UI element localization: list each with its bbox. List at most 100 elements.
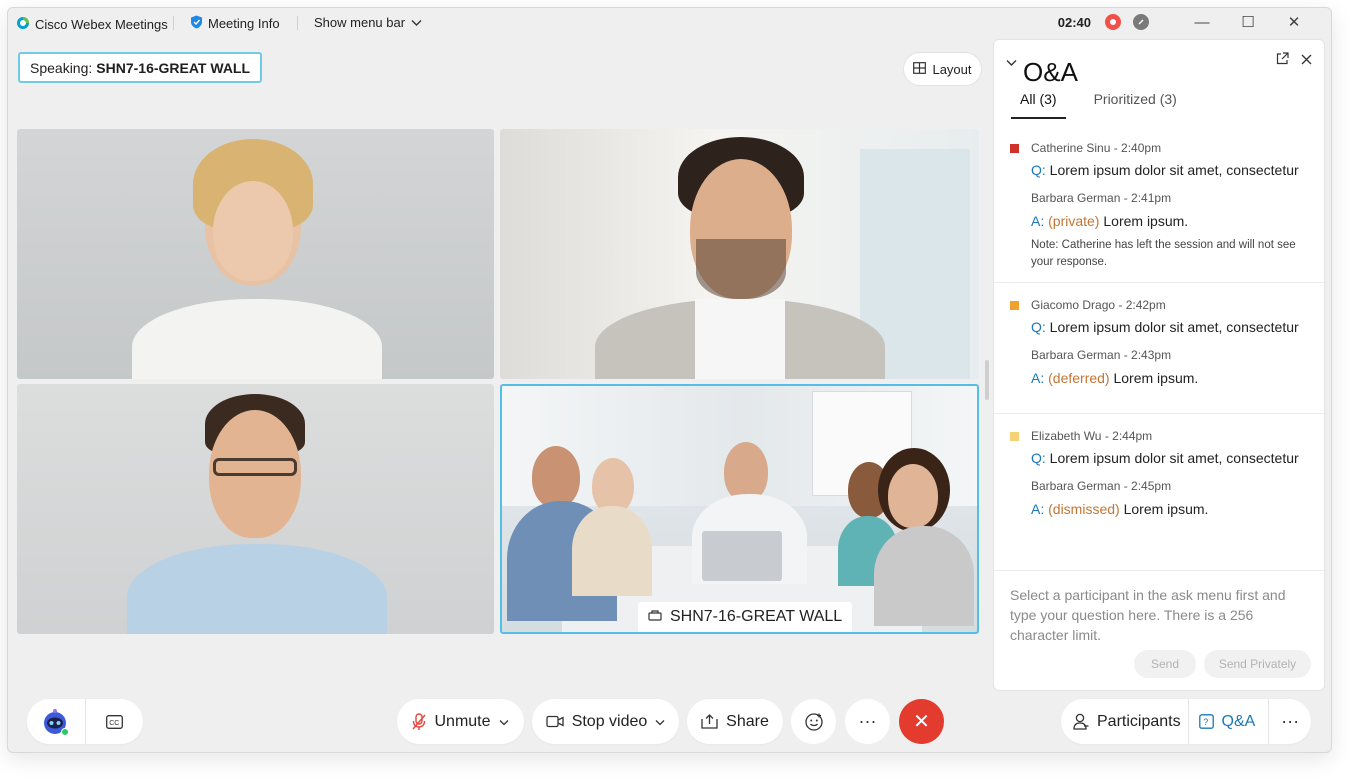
close-window-button[interactable]: ✕ [1271,13,1317,31]
answer-note: Note: Catherine has left the session and… [1031,239,1296,268]
answer-body: Lorem ipsum. [1103,213,1189,229]
question-text: Q: Lorem ipsum dolor sit amet, consectet… [1031,319,1308,335]
responder-name-time: Barbara German - 2:45pm [1031,479,1172,493]
recording-icon[interactable] [1105,14,1121,30]
answer-status: (deferred) [1048,370,1110,386]
qa-list: Catherine Sinu - 2:40pm Q: Lorem ipsum d… [994,126,1324,571]
layout-label: Layout [932,61,972,77]
answer-label: A: [1031,501,1045,517]
qa-tools [1276,52,1312,69]
answer-body: Lorem ipsum. [1123,501,1209,517]
collapse-chevron-icon[interactable] [1006,54,1017,72]
qa-icon: ? [1198,714,1214,729]
webex-logo-icon [16,16,30,33]
qa-title: O&A [1023,57,1078,87]
question-asker: Catherine Sinu - 2:40pm [1010,136,1308,160]
reactions-button[interactable] [791,699,836,744]
webex-assistant-button[interactable] [27,708,85,736]
video-tile-room-device[interactable]: SHN7-16-GREAT WALL [500,384,979,634]
assistant-captions-group: CC [27,699,143,744]
qa-toggle-label: Q&A [1221,712,1256,730]
title-bar: Cisco Webex Meetings Meeting Info Show m… [8,8,1331,38]
chevron-down-icon[interactable] [655,713,665,731]
show-menu-bar-button[interactable]: Show menu bar [314,15,422,30]
speaking-name: SHN7-16-GREAT WALL [96,59,251,76]
participants-button[interactable]: Participants [1061,713,1188,731]
responder-name-time: Barbara German - 2:43pm [1031,348,1172,362]
participants-label: Participants [1097,712,1181,730]
send-privately-button[interactable]: Send Privately [1204,650,1311,678]
close-panel-icon[interactable] [1301,52,1312,69]
closed-captions-icon: CC [106,714,123,729]
answer-text: A: (deferred) Lorem ipsum. [1031,370,1308,386]
qa-header: O&A [1006,54,1078,88]
question-asker: Elizabeth Wu - 2:44pm [1010,424,1308,448]
title-divider [297,16,298,30]
question-label: Q: [1031,450,1046,466]
answer-status: (private) [1048,213,1100,229]
answer-text: A: (private) Lorem ipsum. [1031,213,1308,229]
room-name-label: SHN7-16-GREAT WALL [638,602,853,632]
layout-button[interactable]: Layout [903,52,982,86]
question-asker: Giacomo Drago - 2:42pm [1010,293,1308,317]
qa-panel: O&A All (3) Prioritized (3) Catherine Si… [993,39,1325,691]
video-camera-icon [546,715,564,728]
show-menu-bar-label: Show menu bar [314,15,406,30]
tab-prioritized[interactable]: Prioritized (3) [1085,91,1186,119]
video-tile-participant-1[interactable] [17,129,494,379]
question-text: Q: Lorem ipsum dolor sit amet, consectet… [1031,450,1308,466]
share-label: Share [726,712,769,730]
pop-out-icon[interactable] [1276,52,1289,69]
meeting-info-label: Meeting Info [208,16,280,31]
webex-window: Cisco Webex Meetings Meeting Info Show m… [7,7,1332,753]
question-text: Q: Lorem ipsum dolor sit amet, consectet… [1031,162,1308,178]
unmute-button[interactable]: Unmute [397,699,524,744]
qa-tabs: All (3) Prioritized (3) [1011,91,1205,119]
share-icon [701,714,718,729]
video-tile-participant-2[interactable] [500,129,979,379]
room-name: SHN7-16-GREAT WALL [670,608,843,625]
more-options-button[interactable]: ··· [845,699,890,744]
emoji-reaction-icon [804,712,823,731]
tab-all[interactable]: All (3) [1011,91,1066,119]
more-panels-button[interactable]: ··· [1269,711,1311,732]
qa-toggle-button[interactable]: ? Q&A [1189,713,1269,731]
priority-marker [1010,300,1019,310]
stop-video-button[interactable]: Stop video [532,699,679,744]
qa-item[interactable]: Elizabeth Wu - 2:44pm Q: Lorem ipsum dol… [994,414,1324,571]
closed-captions-button[interactable]: CC [86,714,143,729]
answer-label: A: [1031,213,1045,229]
speaking-indicator: Speaking: SHN7-16-GREAT WALL [18,52,263,83]
priority-marker [1010,143,1019,153]
question-label: Q: [1031,162,1046,178]
panel-resize-handle[interactable] [985,360,989,400]
title-divider [173,16,174,30]
app-name: Cisco Webex Meetings [35,17,168,32]
qa-item[interactable]: Giacomo Drago - 2:42pm Q: Lorem ipsum do… [994,283,1324,414]
chevron-down-icon[interactable] [499,713,509,731]
meeting-clock: 02:40 [1057,14,1091,30]
maximize-button[interactable]: ☐ [1225,13,1271,31]
question-body: Lorem ipsum dolor sit amet, consectetur [1049,162,1299,178]
shield-icon [190,15,203,32]
question-label: Q: [1031,319,1046,335]
grid-icon [913,61,927,77]
app-title: Cisco Webex Meetings [16,16,168,33]
answer-label: A: [1031,370,1045,386]
answer-text: A: (dismissed) Lorem ipsum. [1031,501,1308,517]
security-icon[interactable] [1133,14,1149,30]
question-input[interactable]: Select a participant in the ask menu fir… [1010,585,1310,645]
qa-item[interactable]: Catherine Sinu - 2:40pm Q: Lorem ipsum d… [994,126,1324,283]
question-body: Lorem ipsum dolor sit amet, consectetur [1049,319,1299,335]
svg-text:CC: CC [109,720,119,727]
responder-name-time: Barbara German - 2:41pm [1031,191,1172,205]
asker-name-time: Catherine Sinu - 2:40pm [1031,141,1162,155]
end-meeting-button[interactable]: ✕ [899,699,944,744]
send-button[interactable]: Send [1134,650,1196,678]
svg-text:?: ? [1203,717,1208,727]
minimize-button[interactable]: — [1179,14,1225,31]
share-button[interactable]: Share [687,699,783,744]
video-tile-participant-3[interactable] [17,384,494,634]
asker-name-time: Giacomo Drago - 2:42pm [1031,298,1166,312]
meeting-info-button[interactable]: Meeting Info [190,15,280,32]
